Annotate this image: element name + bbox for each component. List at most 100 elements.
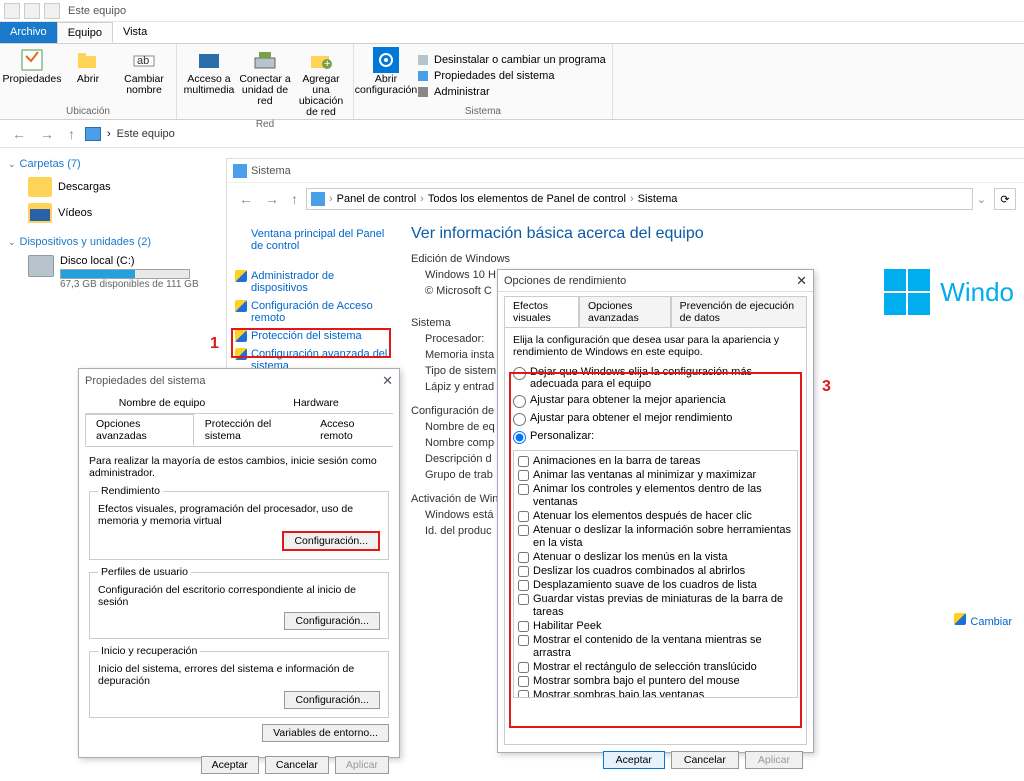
tab-opciones-avanzadas-perf[interactable]: Opciones avanzadas [579, 296, 671, 327]
check-item-9[interactable]: Habilitar Peek [518, 619, 793, 633]
fieldset-inicio: Inicio y recuperación Inicio del sistema… [89, 645, 389, 718]
qat-icon-1[interactable] [4, 3, 20, 19]
tab-acceso-remoto[interactable]: Acceso remoto [309, 414, 393, 446]
section-dispositivos[interactable]: ⌄Dispositivos y unidades (2) [8, 236, 218, 248]
system-window-title: Sistema [227, 159, 1024, 183]
address-bar[interactable]: ›Panel de control ›Todos los elementos d… [306, 188, 973, 210]
ribbon: Propiedades Abrir abCambiar nombre Ubica… [0, 44, 1024, 120]
nav-up-icon[interactable]: ↑ [64, 126, 79, 142]
perf-cancelar-button[interactable]: Cancelar [671, 751, 739, 769]
sys-up-icon[interactable]: ↑ [287, 191, 302, 207]
abrir-button[interactable]: Abrir [62, 46, 114, 105]
svg-text:ab: ab [137, 55, 149, 67]
sidebar-admin-dispositivos[interactable]: Administrador de dispositivos [235, 267, 389, 297]
radio-mejor-rendimiento[interactable]: Ajustar para obtener el mejor rendimient… [513, 410, 798, 428]
nav-back-icon[interactable]: ← [8, 126, 30, 142]
tab-archivo[interactable]: Archivo [0, 22, 57, 43]
refresh-button[interactable]: ⟳ [994, 188, 1016, 210]
tab-prevencion[interactable]: Prevención de ejecución de datos [671, 296, 807, 327]
perfiles-config-button[interactable]: Configuración... [284, 612, 380, 630]
propiedades-sistema-button[interactable]: Propiedades del sistema [416, 69, 606, 83]
acceso-multimedia-button[interactable]: Acceso a multimedia [183, 46, 235, 118]
aceptar-button[interactable]: Aceptar [201, 756, 259, 774]
abrir-configuracion-button[interactable]: Abrir configuración [360, 46, 412, 105]
sys-forward-icon[interactable]: → [261, 191, 283, 207]
close-icon[interactable]: ✕ [382, 373, 393, 389]
tab-efectos-visuales[interactable]: Efectos visuales [504, 296, 579, 327]
disk-label: Disco local (C:) [60, 255, 199, 267]
fieldset-rendimiento: Rendimiento Efectos visuales, programaci… [89, 485, 389, 560]
videos-icon [28, 203, 52, 223]
window-title: Este equipo [68, 5, 126, 17]
propiedades-button[interactable]: Propiedades [6, 46, 58, 105]
radio-mejor-apariencia[interactable]: Ajustar para obtener la mejor apariencia [513, 392, 798, 410]
check-item-12[interactable]: Mostrar sombra bajo el puntero del mouse [518, 674, 793, 688]
check-item-8[interactable]: Guardar vistas previas de miniaturas de … [518, 592, 793, 619]
administrar-button[interactable]: Administrar [416, 85, 606, 99]
desinstalar-button[interactable]: Desinstalar o cambiar un programa [416, 53, 606, 67]
tab-opciones-avanzadas[interactable]: Opciones avanzadas [85, 414, 194, 446]
check-item-10[interactable]: Mostrar el contenido de la ventana mient… [518, 633, 793, 660]
highlight-number-1: 1 [210, 335, 219, 353]
title-bar: Este equipo [0, 0, 1024, 22]
ribbon-group-sistema: Abrir configuración Desinstalar o cambia… [354, 44, 613, 119]
sidebar-main[interactable]: Ventana principal del Panel de control [235, 225, 389, 255]
nav-forward-icon[interactable]: → [36, 126, 58, 142]
propiedades-dialog: Propiedades del sistema ✕ Nombre de equip… [78, 368, 400, 758]
check-item-0[interactable]: Animaciones en la barra de tareas [518, 454, 793, 468]
propiedades-title: Propiedades del sistema [85, 375, 205, 387]
check-item-4[interactable]: Atenuar o deslizar la información sobre … [518, 523, 793, 550]
check-item-2[interactable]: Animar los controles y elementos dentro … [518, 482, 793, 509]
cambiar-link[interactable]: Cambiar [954, 613, 1012, 628]
perf-checks-list: Animaciones en la barra de tareasAnimar … [513, 450, 798, 698]
tab-proteccion[interactable]: Protección del sistema [194, 414, 309, 446]
ribbon-group-sistema-label: Sistema [360, 105, 606, 117]
check-item-13[interactable]: Mostrar sombras bajo las ventanas [518, 688, 793, 698]
folder-videos[interactable]: Vídeos [8, 200, 218, 226]
system-nav: ← → ↑ ›Panel de control ›Todos los eleme… [227, 183, 1024, 215]
qat-dropdown[interactable] [44, 3, 60, 19]
tab-nombre-equipo[interactable]: Nombre de equipo [85, 393, 239, 413]
ribbon-tabs: Archivo Equipo Vista [0, 22, 1024, 44]
variables-entorno-button[interactable]: Variables de entorno... [262, 724, 389, 742]
perf-close-icon[interactable]: ✕ [796, 273, 807, 289]
qat-icon-2[interactable] [24, 3, 40, 19]
perf-aceptar-button[interactable]: Aceptar [603, 751, 665, 769]
pc-icon [85, 127, 101, 141]
radio-windows-elige[interactable]: Dejar que Windows elija la configuración… [513, 364, 798, 392]
sidebar-acceso-remoto[interactable]: Configuración de Acceso remoto [235, 297, 389, 327]
perf-aplicar-button[interactable]: Aplicar [745, 751, 803, 769]
breadcrumb-separator: › [107, 128, 111, 140]
tab-hardware[interactable]: Hardware [239, 393, 393, 413]
addr-dropdown-icon[interactable]: ⌄ [977, 193, 986, 206]
check-item-6[interactable]: Deslizar los cuadros combinados al abrir… [518, 564, 793, 578]
quick-access-toolbar [4, 3, 60, 19]
cancelar-button[interactable]: Cancelar [265, 756, 329, 774]
intro-text: Para realizar la mayoría de estos cambio… [89, 455, 389, 479]
highlight-box-1 [231, 328, 391, 358]
tab-vista[interactable]: Vista [113, 22, 157, 43]
check-item-11[interactable]: Mostrar el rectángulo de selección trans… [518, 660, 793, 674]
check-item-3[interactable]: Atenuar los elementos después de hacer c… [518, 509, 793, 523]
disk-item[interactable]: Disco local (C:) 67,3 GB disponibles de … [8, 252, 218, 293]
check-item-1[interactable]: Animar las ventanas al minimizar y maxim… [518, 468, 793, 482]
breadcrumb[interactable]: Este equipo [117, 128, 175, 140]
agregar-ubicacion-button[interactable]: +Agregar una ubicación de red [295, 46, 347, 118]
opciones-rendimiento-dialog: Opciones de rendimiento ✕ Efectos visuale… [497, 269, 814, 753]
tab-equipo[interactable]: Equipo [57, 22, 113, 43]
radio-personalizar[interactable]: Personalizar: [513, 428, 798, 446]
ribbon-group-red: Acceso a multimedia Conectar a unidad de… [177, 44, 354, 119]
perf-title: Opciones de rendimiento [504, 275, 626, 287]
sys-back-icon[interactable]: ← [235, 191, 257, 207]
section-carpetas[interactable]: ⌄Carpetas (7) [8, 158, 218, 170]
conectar-unidad-button[interactable]: Conectar a unidad de red [239, 46, 291, 118]
folder-icon [28, 177, 52, 197]
cambiar-nombre-button[interactable]: abCambiar nombre [118, 46, 170, 105]
rendimiento-config-button[interactable]: Configuración... [282, 531, 380, 551]
disk-icon [28, 255, 54, 277]
inicio-config-button[interactable]: Configuración... [284, 691, 380, 709]
folder-descargas[interactable]: Descargas [8, 174, 218, 200]
check-item-5[interactable]: Atenuar o deslizar los menús en la vista [518, 550, 793, 564]
aplicar-button[interactable]: Aplicar [335, 756, 389, 774]
check-item-7[interactable]: Desplazamiento suave de los cuadros de l… [518, 578, 793, 592]
